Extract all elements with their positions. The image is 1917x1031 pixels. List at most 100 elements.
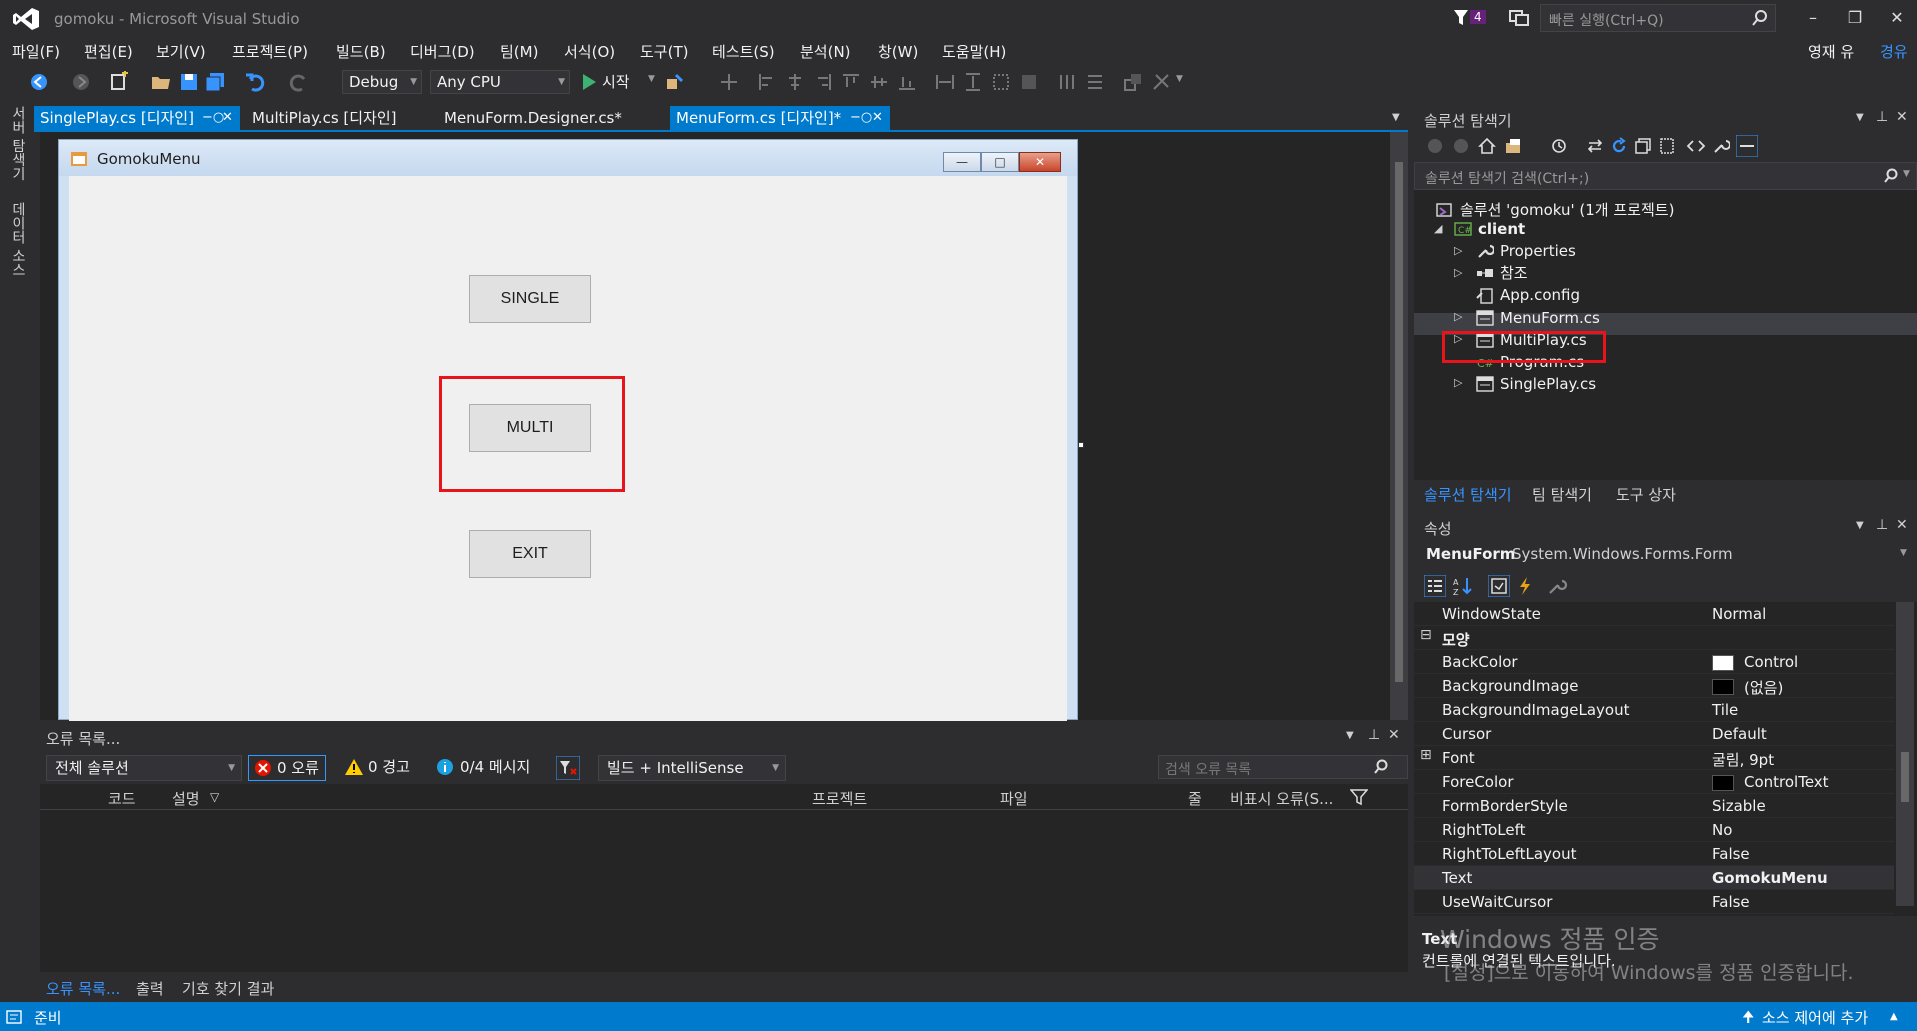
back-icon[interactable] <box>28 71 50 93</box>
menu-build[interactable]: 빌드(B) <box>336 41 386 62</box>
property-pages-wrench-icon[interactable] <box>1546 575 1568 597</box>
expand-arrow-icon[interactable]: ▷ <box>1454 310 1462 323</box>
menu-view[interactable]: 보기(V) <box>156 41 206 62</box>
close-icon[interactable]: ✕ <box>1896 109 1908 125</box>
window-position-dropdown-icon[interactable]: ▼ <box>1346 730 1354 741</box>
single-button[interactable]: SINGLE <box>469 275 591 323</box>
vertical-spacing-icon[interactable] <box>1084 71 1106 93</box>
refresh-icon[interactable] <box>1610 137 1628 155</box>
menu-team[interactable]: 팀(M) <box>500 41 538 62</box>
solution-platform-dropdown[interactable]: Any CPU ▼ <box>430 70 570 94</box>
solution-configuration-dropdown[interactable]: Debug ▼ <box>342 70 422 94</box>
align-center-icon[interactable] <box>784 71 806 93</box>
pin-icon[interactable]: ⊥ <box>1368 727 1380 743</box>
chevron-down-icon[interactable]: ▼ <box>1900 548 1907 558</box>
tab-multiplay-design[interactable]: MultiPlay.cs [디자인] <box>246 106 406 130</box>
add-to-source-control-button[interactable]: 소스 제어에 추가 <box>1762 1007 1868 1028</box>
restore-icon[interactable]: ❐ <box>1838 4 1872 32</box>
forward-icon[interactable] <box>1452 137 1470 155</box>
tree-item-singleplay-cs[interactable]: SinglePlay.cs <box>1500 373 1596 395</box>
properties-object-selector[interactable]: MenuForm System.Windows.Forms.Form ▼ <box>1414 540 1917 570</box>
user-name[interactable]: 영재 유 <box>1808 41 1854 62</box>
show-all-files-icon[interactable] <box>1658 137 1676 155</box>
save-all-icon[interactable] <box>204 71 226 93</box>
alphabetical-sort-icon[interactable]: AZ <box>1452 575 1474 597</box>
menu-help[interactable]: 도움말(H) <box>942 41 1006 62</box>
open-file-icon[interactable] <box>150 71 172 93</box>
menu-edit[interactable]: 편집(E) <box>84 41 133 62</box>
pin-icon[interactable]: ⊥ <box>1876 517 1888 533</box>
tab-menuform-designer-cs[interactable]: MenuForm.Designer.cs* <box>438 106 658 130</box>
data-sources-tab[interactable]: 데이터 소스 <box>8 202 28 276</box>
property-value[interactable]: Sizable <box>1712 797 1766 815</box>
scrollbar-thumb[interactable] <box>1901 752 1909 802</box>
property-value[interactable]: 굴림, 9pt <box>1712 749 1774 770</box>
align-bottom-icon[interactable] <box>896 71 918 93</box>
property-value[interactable]: Default <box>1712 725 1767 743</box>
align-left-icon[interactable] <box>756 71 778 93</box>
redo-icon[interactable] <box>288 71 310 93</box>
column-description[interactable]: 설명 <box>172 788 200 809</box>
expand-property-icon[interactable]: ⊞ <box>1420 747 1432 763</box>
chevron-down-icon[interactable]: ▼ <box>648 74 655 84</box>
toolbar-overflow-icon[interactable]: ▼ <box>1176 74 1183 84</box>
expand-arrow-icon[interactable]: ▷ <box>1454 266 1462 279</box>
tab-solution-explorer[interactable]: 솔루션 탐색기 <box>1424 484 1512 505</box>
collapse-arrow-icon[interactable]: ◢ <box>1434 222 1442 235</box>
properties-wrench-icon[interactable] <box>1712 137 1730 155</box>
new-project-icon[interactable] <box>108 71 130 93</box>
back-icon[interactable] <box>1426 137 1444 155</box>
error-scope-dropdown[interactable]: 전체 솔루션 ▼ <box>46 755 242 781</box>
sync-with-document-icon[interactable] <box>1586 137 1604 155</box>
categorized-icon[interactable] <box>1424 575 1446 597</box>
errors-filter-button[interactable]: 0 오류 <box>248 755 326 781</box>
tab-error-list[interactable]: 오류 목록... <box>46 978 120 999</box>
tab-singleplay-design[interactable]: SinglePlay.cs [디자인] −○ ✕ <box>34 106 240 130</box>
column-line[interactable]: 줄 <box>1188 788 1202 809</box>
properties-scrollbar[interactable] <box>1896 602 1914 906</box>
property-row[interactable]: Cursor Default <box>1414 722 1894 746</box>
horizontal-spacing-icon[interactable] <box>1056 71 1078 93</box>
scrollbar-thumb[interactable] <box>1395 162 1403 682</box>
column-project[interactable]: 프로젝트 <box>812 788 867 809</box>
property-value[interactable]: False <box>1712 893 1750 911</box>
tab-toolbox[interactable]: 도구 상자 <box>1616 484 1676 505</box>
snap-grid-icon[interactable] <box>718 71 740 93</box>
menu-debug[interactable]: 디버그(D) <box>410 41 475 62</box>
close-icon[interactable]: ✕ <box>222 106 233 130</box>
property-row-selected[interactable]: Text GomokuMenu <box>1414 866 1894 890</box>
switch-views-icon[interactable] <box>1504 137 1526 155</box>
window-position-dropdown-icon[interactable]: ▼ <box>1856 520 1864 531</box>
tree-item-properties[interactable]: Properties <box>1500 240 1576 262</box>
warnings-filter-button[interactable]: 0 경고 <box>342 755 410 781</box>
property-value[interactable]: ControlText <box>1744 773 1829 791</box>
property-row[interactable]: RightToLeft No <box>1414 818 1894 842</box>
user-badge[interactable]: 경유 <box>1880 38 1917 66</box>
property-value[interactable]: Control <box>1744 653 1798 671</box>
property-value[interactable]: Normal <box>1712 605 1766 623</box>
expand-arrow-icon[interactable]: ▷ <box>1454 376 1462 389</box>
property-row[interactable]: ForeColor ControlText <box>1414 770 1894 794</box>
close-icon[interactable]: ✕ <box>1388 727 1400 743</box>
tree-item-menuform-cs[interactable]: MenuForm.cs <box>1500 307 1600 329</box>
align-middle-icon[interactable] <box>868 71 890 93</box>
preview-selected-items-icon[interactable] <box>1736 135 1758 157</box>
filter-icon[interactable] <box>556 756 580 780</box>
save-icon[interactable] <box>178 71 200 93</box>
form-resize-handle[interactable] <box>1078 442 1084 448</box>
designer-vertical-scrollbar[interactable] <box>1390 132 1408 720</box>
menu-tools[interactable]: 도구(T) <box>640 41 688 62</box>
property-row[interactable]: BackColor Control <box>1414 650 1894 674</box>
messages-filter-button[interactable]: 0/4 메시지 <box>434 755 530 781</box>
quick-launch-input[interactable]: 빠른 실행(Ctrl+Q) <box>1540 4 1776 32</box>
tree-project-client[interactable]: client <box>1478 218 1525 240</box>
start-play-icon[interactable] <box>578 71 600 93</box>
events-lightning-icon[interactable] <box>1514 575 1536 597</box>
build-intellisense-dropdown[interactable]: 빌드 + IntelliSense ▼ <box>598 755 786 781</box>
property-value[interactable]: False <box>1712 845 1750 863</box>
collapse-all-icon[interactable] <box>1634 137 1652 155</box>
column-suppression[interactable]: 비표시 오류(S... <box>1230 788 1333 809</box>
menu-window[interactable]: 창(W) <box>878 41 918 62</box>
pin-icon[interactable]: −○ <box>850 106 872 130</box>
property-value[interactable]: (없음) <box>1744 677 1783 698</box>
